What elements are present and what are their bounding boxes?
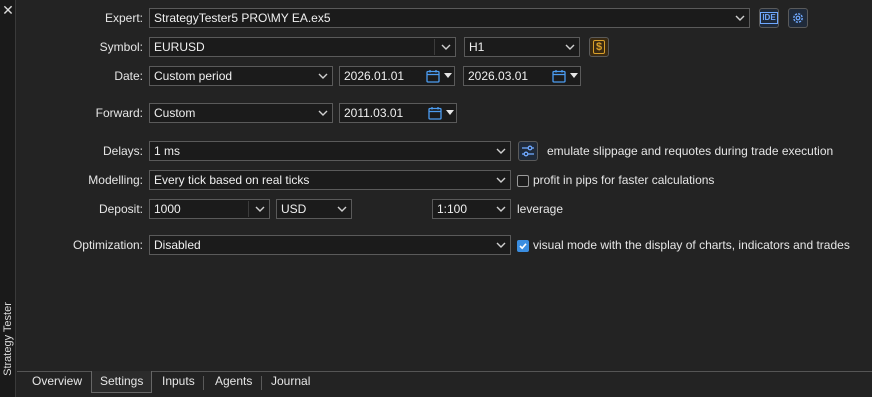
chevron-down-icon xyxy=(496,236,506,254)
forward-mode-value: Custom xyxy=(154,106,196,120)
chevron-down-icon xyxy=(255,200,265,218)
chevron-down-icon xyxy=(496,142,506,160)
expert-select[interactable]: StrategyTester5 PRO\MY EA.ex5 xyxy=(149,8,750,28)
delays-label: Delays: xyxy=(102,144,143,158)
profit-in-pips-label: profit in pips for faster calculations xyxy=(533,173,715,187)
symbol-properties-button[interactable]: $ xyxy=(589,37,609,57)
forward-date-picker[interactable]: 2011.03.01 xyxy=(339,103,457,123)
forward-mode-select[interactable]: Custom xyxy=(149,103,333,123)
tab-divider xyxy=(203,376,204,390)
date-to-picker[interactable]: 2026.03.01 xyxy=(463,66,581,86)
tab-settings[interactable]: Settings xyxy=(91,371,153,393)
dropdown-arrow-icon xyxy=(444,73,452,78)
visual-mode-checkbox[interactable] xyxy=(517,240,529,252)
date-mode-select[interactable]: Custom period xyxy=(149,66,333,86)
tab-inputs[interactable]: Inputs xyxy=(154,371,203,393)
leverage-select[interactable]: 1:100 xyxy=(432,199,511,219)
dropdown-arrow-icon xyxy=(446,110,454,115)
side-panel: ✕ Strategy Tester xyxy=(0,0,16,397)
optimization-label: Optimization: xyxy=(72,238,143,252)
chevron-down-icon xyxy=(735,9,745,27)
ide-button[interactable]: IDE xyxy=(759,8,779,28)
dollar-icon: $ xyxy=(592,40,606,54)
ide-icon: IDE xyxy=(760,12,778,24)
deposit-currency-value: USD xyxy=(281,202,307,216)
chevron-down-icon xyxy=(441,38,451,56)
date-from-value: 2026.01.01 xyxy=(344,69,405,83)
date-to-value: 2026.03.01 xyxy=(468,69,529,83)
forward-date-value: 2011.03.01 xyxy=(344,106,404,120)
optimization-value: Disabled xyxy=(154,238,201,252)
symbol-label: Symbol: xyxy=(99,40,143,54)
chevron-down-icon xyxy=(496,200,506,218)
deposit-currency-select[interactable]: USD xyxy=(276,199,352,219)
date-label: Date: xyxy=(114,69,143,83)
timeframe-select[interactable]: H1 xyxy=(464,37,580,57)
leverage-value: 1:100 xyxy=(437,202,468,216)
chevron-down-icon xyxy=(337,200,347,218)
delays-settings-button[interactable] xyxy=(518,141,538,161)
dropdown-arrow-icon xyxy=(570,73,578,78)
leverage-label: leverage xyxy=(517,202,564,216)
tab-journal[interactable]: Journal xyxy=(263,371,318,393)
expert-value: StrategyTester5 PRO\MY EA.ex5 xyxy=(154,11,331,25)
panel-title-text: Strategy Tester xyxy=(2,302,14,376)
close-icon[interactable]: ✕ xyxy=(0,2,16,18)
panel-title: Strategy Tester xyxy=(0,289,16,389)
forward-label: Forward: xyxy=(95,106,143,120)
tab-divider xyxy=(261,376,262,390)
profit-in-pips-checkbox[interactable] xyxy=(517,175,529,187)
optimization-select[interactable]: Disabled xyxy=(149,235,511,255)
symbol-value: EURUSD xyxy=(154,40,205,54)
date-mode-value: Custom period xyxy=(154,69,233,83)
deposit-amount-value: 1000 xyxy=(154,202,181,216)
modelling-select[interactable]: Every tick based on real ticks xyxy=(149,170,511,190)
gear-icon xyxy=(793,13,803,23)
modelling-label: Modelling: xyxy=(88,173,143,187)
expert-label: Expert: xyxy=(104,11,143,25)
delays-note: emulate slippage and requotes during tra… xyxy=(547,144,834,158)
expert-settings-button[interactable] xyxy=(788,8,808,28)
timeframe-value: H1 xyxy=(469,40,485,54)
calendar-icon xyxy=(428,107,442,120)
delays-value: 1 ms xyxy=(154,144,181,158)
chevron-down-icon xyxy=(318,67,328,85)
field-divider xyxy=(434,39,435,55)
tab-overview[interactable]: Overview xyxy=(24,371,90,393)
date-from-picker[interactable]: 2026.01.01 xyxy=(339,66,455,86)
delays-select[interactable]: 1 ms xyxy=(149,141,511,161)
calendar-icon xyxy=(426,70,440,83)
field-divider xyxy=(248,201,249,217)
checkmark-icon xyxy=(519,243,527,250)
deposit-label: Deposit: xyxy=(98,202,143,216)
visual-mode-label: visual mode with the display of charts, … xyxy=(533,238,850,252)
calendar-icon xyxy=(552,70,566,83)
symbol-select[interactable]: EURUSD xyxy=(149,37,456,57)
tab-agents[interactable]: Agents xyxy=(207,371,260,393)
sliders-icon xyxy=(522,145,534,157)
tab-bar: Overview Settings Inputs Agents Journal xyxy=(17,371,872,397)
chevron-down-icon xyxy=(496,171,506,189)
modelling-value: Every tick based on real ticks xyxy=(154,173,310,187)
chevron-down-icon xyxy=(565,38,575,56)
settings-form: Expert: StrategyTester5 PRO\MY EA.ex5 ID… xyxy=(17,0,872,397)
deposit-amount-select[interactable]: 1000 xyxy=(149,199,270,219)
chevron-down-icon xyxy=(318,104,328,122)
